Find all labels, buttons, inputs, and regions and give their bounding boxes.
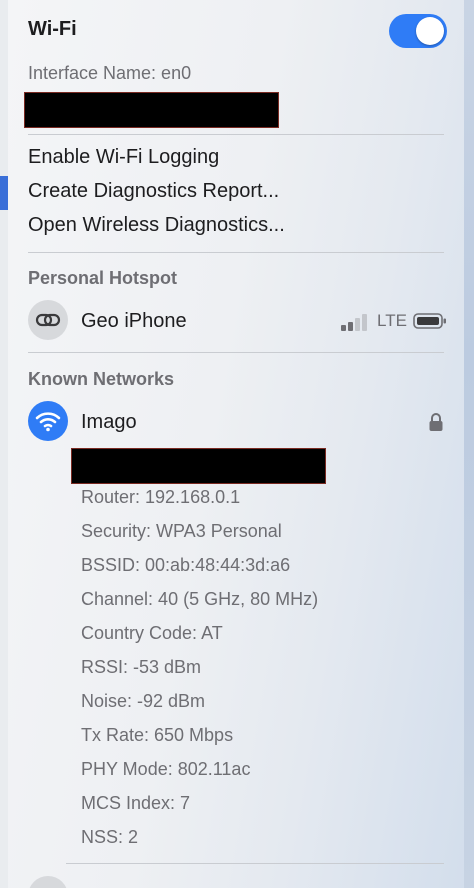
detail-mcs-index: MCS Index: 7 bbox=[81, 793, 191, 813]
next-network-icon[interactable] bbox=[28, 876, 68, 888]
detail-rssi: RSSI: -53 dBm bbox=[81, 657, 202, 677]
separator bbox=[28, 352, 444, 353]
separator bbox=[28, 134, 444, 135]
detail-bssid: BSSID: 00:ab:48:44:3d:a6 bbox=[81, 555, 291, 575]
detail-tx-rate: Tx Rate: 650 Mbps bbox=[81, 725, 234, 745]
hotspot-device-name: Geo iPhone bbox=[81, 310, 187, 332]
battery-icon bbox=[413, 312, 447, 330]
detail-channel: Channel: 40 (5 GHz, 80 MHz) bbox=[81, 589, 319, 609]
separator bbox=[66, 863, 444, 864]
hotspot-row[interactable]: Geo iPhone LTE bbox=[8, 298, 464, 342]
redacted-ip-block bbox=[24, 92, 279, 128]
network-name: Imago bbox=[81, 411, 137, 433]
detail-router: Router: 192.168.0.1 bbox=[81, 487, 241, 507]
toggle-knob bbox=[416, 17, 444, 45]
lock-icon bbox=[428, 412, 444, 432]
hotspot-section-title: Personal Hotspot bbox=[28, 268, 178, 288]
detail-security: Security: WPA3 Personal bbox=[81, 521, 282, 541]
menu-item-enable-logging[interactable]: Enable Wi-Fi Logging bbox=[28, 146, 219, 169]
redacted-network-info bbox=[71, 448, 326, 484]
interface-name: Interface Name: en0 bbox=[28, 63, 192, 83]
detail-phy-mode: PHY Mode: 802.11ac bbox=[81, 759, 251, 779]
menu-item-diagnostics-report[interactable]: Create Diagnostics Report... bbox=[28, 180, 279, 203]
detail-nss: NSS: 2 bbox=[81, 827, 139, 847]
detail-noise: Noise: -92 dBm bbox=[81, 691, 206, 711]
network-type-label: LTE bbox=[377, 311, 407, 330]
wifi-menu-panel: Wi-Fi Interface Name: en0 Enable Wi-Fi L… bbox=[8, 0, 464, 888]
known-networks-section-title: Known Networks bbox=[28, 369, 175, 389]
network-row-imago[interactable]: Imago bbox=[8, 400, 464, 444]
detail-country-code: Country Code: AT bbox=[81, 623, 223, 643]
separator bbox=[28, 252, 444, 253]
menu-item-wireless-diagnostics[interactable]: Open Wireless Diagnostics... bbox=[28, 214, 285, 237]
link-icon bbox=[28, 300, 68, 340]
wifi-icon bbox=[28, 401, 68, 441]
signal-bars-icon bbox=[341, 313, 371, 331]
wifi-title: Wi-Fi bbox=[28, 18, 77, 40]
wifi-toggle[interactable] bbox=[389, 14, 447, 48]
